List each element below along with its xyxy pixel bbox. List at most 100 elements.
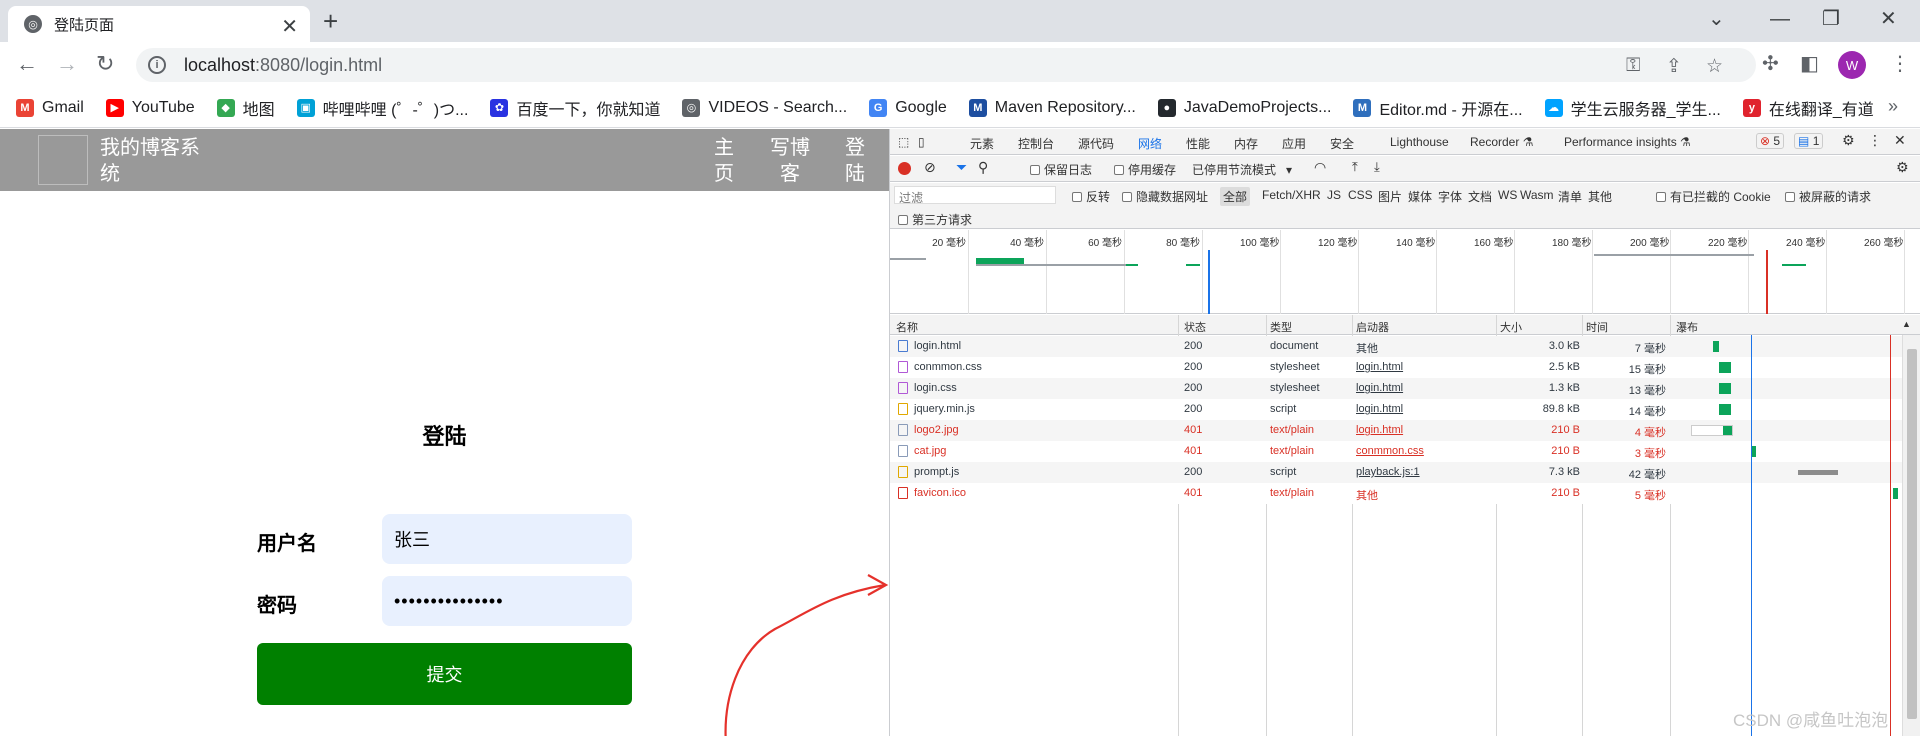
tab-console[interactable]: 控制台 <box>1018 135 1054 152</box>
close-window-button[interactable]: ✕ <box>1880 6 1897 32</box>
filter-type-img[interactable]: 图片 <box>1378 188 1402 205</box>
close-devtools-icon[interactable]: ✕ <box>1894 132 1906 149</box>
filter-type-doc[interactable]: 文档 <box>1468 188 1492 205</box>
tab-active[interactable]: ◎ 登陆页面 ✕ <box>8 6 310 42</box>
column-waterfall[interactable]: 瀑布 <box>1676 319 1698 335</box>
star-icon[interactable]: ☆ <box>1706 55 1723 78</box>
tab-performance-insights[interactable]: Performance insights ⚗ <box>1564 135 1691 149</box>
nav-link-write[interactable]: 写博客 <box>770 135 810 187</box>
column-initiator[interactable]: 启动器 <box>1356 319 1389 335</box>
forward-arrow-icon[interactable]: → <box>56 52 78 76</box>
table-row[interactable]: cat.jpg 401 text/plain conmmon.css 210 B 3 毫秒 <box>890 441 1920 462</box>
sort-arrow-icon[interactable]: ▲ <box>1902 319 1911 329</box>
bookmark-item[interactable]: ◎ VIDEOS - Search... <box>682 98 847 117</box>
blocked-requests-checkbox[interactable]: 被屏蔽的请求 <box>1785 188 1871 205</box>
scrollbar[interactable] <box>1902 335 1920 736</box>
invert-checkbox[interactable]: 反转 <box>1072 188 1110 205</box>
table-row[interactable]: prompt.js 200 script playback.js:1 7.3 kB 42 … <box>890 462 1920 483</box>
nav-link-home[interactable]: 主页 <box>711 135 737 187</box>
table-row[interactable]: favicon.ico 401 text/plain 其他 210 B 5 毫秒 <box>890 483 1920 504</box>
bookmark-item[interactable]: y 在线翻译_有道 <box>1742 96 1874 120</box>
cell-initiator[interactable]: login.html <box>1356 424 1403 436</box>
third-party-checkbox[interactable]: 第三方请求 <box>898 211 972 228</box>
tab-close-icon[interactable]: ✕ <box>281 14 298 39</box>
table-row[interactable]: login.html 200 document 其他 3.0 kB 7 毫秒 <box>890 336 1920 357</box>
filter-type-js[interactable]: JS <box>1327 188 1341 202</box>
avatar[interactable]: W <box>1838 51 1866 79</box>
site-info-icon[interactable]: i <box>148 56 166 74</box>
settings-gear-icon[interactable]: ⚙ <box>1842 132 1855 149</box>
tab-memory[interactable]: 内存 <box>1234 135 1258 152</box>
key-icon[interactable]: ⚿ <box>1626 55 1640 77</box>
hide-data-urls-checkbox[interactable]: 隐藏数据网址 <box>1122 188 1208 205</box>
blocked-cookies-checkbox[interactable]: 有已拦截的 Cookie <box>1656 188 1771 205</box>
tab-recorder[interactable]: Recorder ⚗ <box>1470 135 1533 149</box>
table-row[interactable]: logo2.jpg 401 text/plain login.html 210 B 4 毫… <box>890 420 1920 441</box>
bookmark-item[interactable]: ▣ 哔哩哔哩 (゜-゜)つ... <box>296 96 468 120</box>
cell-initiator[interactable]: playback.js:1 <box>1356 466 1420 478</box>
clear-icon[interactable]: ⊘ <box>924 159 936 176</box>
cell-initiator[interactable]: login.html <box>1356 382 1403 394</box>
reload-icon[interactable]: ↻ <box>96 52 114 76</box>
column-time[interactable]: 时间 <box>1586 319 1608 335</box>
new-tab-button[interactable]: + <box>323 8 338 34</box>
extensions-icon[interactable]: ✣ <box>1762 51 1779 76</box>
bookmark-item[interactable]: ● JavaDemoProjects... <box>1157 98 1331 117</box>
side-panel-icon[interactable]: ◧ <box>1800 51 1819 76</box>
tab-lighthouse[interactable]: Lighthouse <box>1390 135 1449 149</box>
cell-initiator[interactable]: conmmon.css <box>1356 445 1424 457</box>
tab-sources[interactable]: 源代码 <box>1078 135 1114 152</box>
table-row[interactable]: jquery.min.js 200 script login.html 89.8 kB 1… <box>890 399 1920 420</box>
search-icon[interactable]: ⚲ <box>978 159 988 176</box>
disable-cache-checkbox[interactable]: 停用缓存 <box>1114 161 1176 178</box>
record-icon[interactable] <box>898 162 911 175</box>
tab-security[interactable]: 安全 <box>1330 135 1354 152</box>
back-arrow-icon[interactable]: ← <box>16 52 38 76</box>
chevron-down-icon[interactable]: ⌄ <box>1708 6 1725 32</box>
filter-type-all[interactable]: 全部 <box>1220 187 1251 206</box>
filter-input[interactable]: 过滤 <box>894 186 1056 205</box>
menu-icon[interactable]: ⋮ <box>1890 51 1910 76</box>
filter-type-wasm[interactable]: Wasm <box>1520 188 1554 202</box>
inspect-icon[interactable]: ⬚ <box>898 135 909 149</box>
column-size[interactable]: 大小 <box>1500 319 1522 335</box>
error-count-badge[interactable]: ⊗ 5 <box>1756 133 1785 149</box>
filter-type-media[interactable]: 媒体 <box>1408 188 1432 205</box>
filter-type-other[interactable]: 其他 <box>1588 188 1612 205</box>
address-bar[interactable]: i localhost:8080/login.html ⚿ ⇪ ☆ <box>136 48 1756 82</box>
preserve-log-checkbox[interactable]: 保留日志 <box>1030 161 1092 178</box>
bookmark-item[interactable]: ✿ 百度一下，你就知道 <box>490 96 660 120</box>
filter-type-css[interactable]: CSS <box>1348 188 1373 202</box>
filter-type-fetch[interactable]: Fetch/XHR <box>1262 188 1321 202</box>
bookmark-item[interactable]: G Google <box>869 98 947 117</box>
minimize-button[interactable]: — <box>1770 6 1790 32</box>
filter-type-manifest[interactable]: 清单 <box>1558 188 1582 205</box>
share-icon[interactable]: ⇪ <box>1666 55 1682 78</box>
filter-type-ws[interactable]: WS <box>1498 188 1517 202</box>
cell-initiator[interactable]: login.html <box>1356 361 1403 373</box>
throttle-select[interactable]: 已停用节流模式 ▾ <box>1192 161 1292 178</box>
filter-icon[interactable]: ⏷ <box>956 159 967 176</box>
tab-performance[interactable]: 性能 <box>1186 135 1210 152</box>
scrollbar-thumb[interactable] <box>1907 349 1917 719</box>
timeline-overview[interactable]: 20 毫秒 40 毫秒 60 毫秒 80 毫秒 100 毫秒 120 毫秒 140 毫秒 16… <box>890 230 1920 314</box>
bookmark-item[interactable]: M Editor.md - 开源在... <box>1353 96 1523 120</box>
column-type[interactable]: 类型 <box>1270 319 1292 335</box>
username-input[interactable]: 张三 <box>382 514 632 564</box>
tab-network[interactable]: 网络 <box>1138 135 1163 158</box>
bookmark-item[interactable]: ▶ YouTube <box>105 98 195 117</box>
export-har-icon[interactable]: ⤓ <box>1374 159 1380 175</box>
table-row[interactable]: login.css 200 stylesheet login.html 1.3 kB 13… <box>890 378 1920 399</box>
column-name[interactable]: 名称 <box>896 319 918 335</box>
filter-type-font[interactable]: 字体 <box>1438 188 1462 205</box>
bookmarks-overflow-button[interactable]: » <box>1888 96 1898 117</box>
tab-elements[interactable]: 元素 <box>970 135 994 152</box>
column-status[interactable]: 状态 <box>1184 319 1206 335</box>
network-conditions-icon[interactable]: ◠ <box>1314 159 1326 176</box>
import-har-icon[interactable]: ⤒ <box>1352 159 1358 175</box>
tab-application[interactable]: 应用 <box>1282 135 1306 152</box>
cell-initiator[interactable]: login.html <box>1356 403 1403 415</box>
restore-button[interactable]: ❐ <box>1822 6 1840 32</box>
more-options-icon[interactable]: ⋮ <box>1868 132 1882 149</box>
bookmark-item[interactable]: M Gmail <box>16 98 84 117</box>
